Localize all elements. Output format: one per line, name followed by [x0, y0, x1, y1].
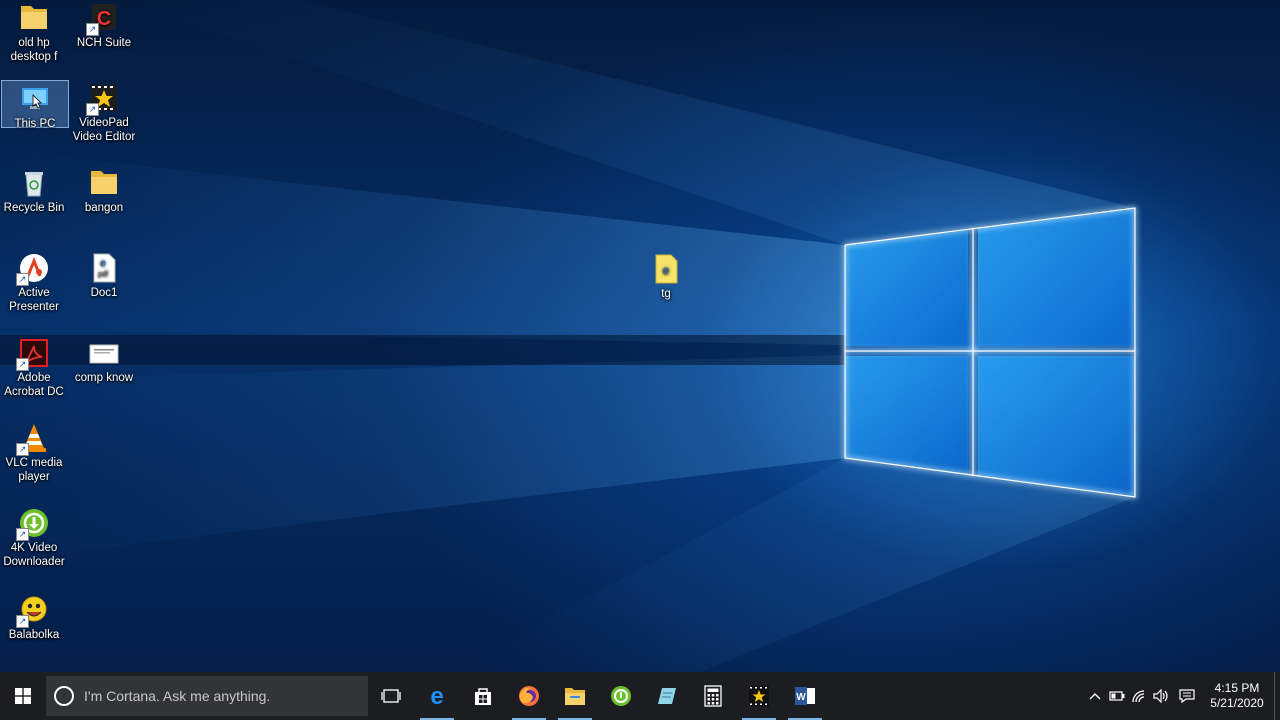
show-desktop-button[interactable] — [1274, 672, 1280, 720]
4k-video-downloader-icon — [611, 686, 631, 706]
edge-icon: e — [430, 685, 443, 707]
this-pc-icon — [19, 83, 51, 115]
desktop-icon-this-pc[interactable]: This PC — [1, 80, 69, 130]
desktop-icon-label: VLC media player — [5, 457, 63, 483]
4k-video-downloader-icon — [16, 507, 50, 541]
store-icon — [475, 688, 491, 705]
speaker-icon — [1153, 689, 1168, 703]
wallpaper-windows-logo — [0, 0, 1137, 672]
svg-text:e: e — [430, 685, 443, 707]
taskbar-videopad[interactable] — [736, 672, 782, 720]
taskbar: I'm Cortana. Ask me anything. e W 4:15 P… — [0, 672, 1280, 720]
desktop-icon-label: old hp desktop f — [10, 37, 58, 63]
vlc-icon — [16, 422, 50, 456]
desktop-icon-label: bangon — [84, 202, 124, 214]
desktop-icon-label: tg — [661, 288, 671, 300]
svg-text:C: C — [97, 8, 111, 30]
desktop-icon-active-presenter[interactable]: Active Presenter — [0, 250, 68, 314]
clock[interactable]: 4:15 PM 5/21/2020 — [1202, 681, 1272, 711]
task-view-button[interactable] — [368, 672, 414, 720]
taskbar-edge[interactable]: e — [414, 672, 460, 720]
taskbar-word[interactable]: W — [782, 672, 828, 720]
desktop-icon-label: comp know — [74, 372, 134, 384]
desktop-icon-nch-suite[interactable]: C NCH Suite — [70, 0, 138, 50]
file-explorer-icon — [565, 688, 585, 705]
desktop-icon-label: NCH Suite — [76, 37, 132, 49]
taskbar-file-explorer[interactable] — [552, 672, 598, 720]
desktop-icon-4k-video-downloader[interactable]: 4K Video Downloader — [0, 505, 68, 569]
calculator-icon — [704, 685, 722, 707]
desktop-icon-comp-know[interactable]: comp know — [70, 335, 138, 385]
active-presenter-icon — [16, 252, 50, 286]
battery-button[interactable] — [1106, 672, 1128, 720]
firefox-icon — [519, 686, 539, 706]
wifi-icon — [1132, 690, 1145, 703]
desktop-icon-label: Doc1 — [90, 287, 118, 299]
taskbar-notepad[interactable] — [644, 672, 690, 720]
folder-icon — [88, 167, 120, 199]
windows-logo-icon — [15, 688, 31, 704]
nch-suite-icon: C — [86, 2, 120, 36]
videopad-icon — [749, 686, 769, 706]
task-view-icon — [381, 689, 401, 703]
cortana-icon — [54, 686, 74, 706]
desktop-icon-tg[interactable]: e tg — [632, 251, 700, 301]
taskbar-calculator[interactable] — [690, 672, 736, 720]
taskbar-4k-video-downloader[interactable] — [598, 672, 644, 720]
taskbar-store[interactable] — [460, 672, 506, 720]
notification-icon — [1179, 689, 1195, 703]
desktop-icon-label: VideoPad Video Editor — [72, 117, 136, 143]
balabolka-icon — [16, 594, 50, 628]
desktop-icon-label: Recycle Bin — [3, 202, 65, 214]
svg-text:W: W — [796, 692, 806, 703]
pdf-document-icon: e pdf — [88, 252, 120, 284]
system-tray: 4:15 PM 5/21/2020 — [1084, 672, 1280, 720]
volume-button[interactable] — [1150, 672, 1172, 720]
adobe-acrobat-icon — [16, 337, 50, 371]
taskbar-firefox[interactable] — [506, 672, 552, 720]
desktop-icon-adobe-acrobat[interactable]: Adobe Acrobat DC — [0, 335, 68, 399]
desktop-icon-label: This PC — [14, 118, 56, 130]
chevron-up-icon — [1089, 693, 1101, 700]
battery-icon — [1109, 691, 1125, 701]
recycle-bin-icon — [18, 167, 50, 199]
document-thumbnail-icon — [88, 337, 120, 369]
cortana-search-box[interactable]: I'm Cortana. Ask me anything. — [46, 676, 368, 716]
clock-time: 4:15 PM — [1214, 681, 1260, 695]
show-hidden-icons-button[interactable] — [1084, 672, 1106, 720]
search-placeholder: I'm Cortana. Ask me anything. — [84, 688, 271, 704]
notepad-icon — [658, 688, 676, 704]
folder-icon — [18, 2, 50, 34]
desktop-icon-doc1[interactable]: e pdf Doc1 — [70, 250, 138, 300]
svg-text:e: e — [100, 258, 106, 269]
desktop-icon-label: 4K Video Downloader — [3, 542, 65, 568]
word-icon: W — [795, 687, 815, 705]
desktop-icon-balabolka[interactable]: Balabolka — [0, 592, 68, 642]
clock-date: 5/21/2020 — [1210, 696, 1264, 710]
network-button[interactable] — [1128, 672, 1150, 720]
action-center-button[interactable] — [1172, 672, 1202, 720]
html-file-icon: e — [650, 253, 682, 285]
desktop-icon-old-hp-desktop[interactable]: old hp desktop f — [0, 0, 68, 64]
svg-text:pdf: pdf — [98, 271, 108, 278]
desktop-icon-recycle-bin[interactable]: Recycle Bin — [0, 165, 68, 215]
start-button[interactable] — [0, 672, 46, 720]
svg-text:e: e — [663, 263, 670, 277]
desktop-icon-label: Adobe Acrobat DC — [4, 372, 64, 398]
desktop-icon-label: Active Presenter — [9, 287, 59, 313]
videopad-icon — [86, 82, 120, 116]
desktop-icon-vlc[interactable]: VLC media player — [0, 420, 68, 484]
desktop-icon-videopad[interactable]: VideoPad Video Editor — [70, 80, 138, 144]
desktop-icon-bangon[interactable]: bangon — [70, 165, 138, 215]
desktop-icon-label: Balabolka — [8, 629, 60, 641]
